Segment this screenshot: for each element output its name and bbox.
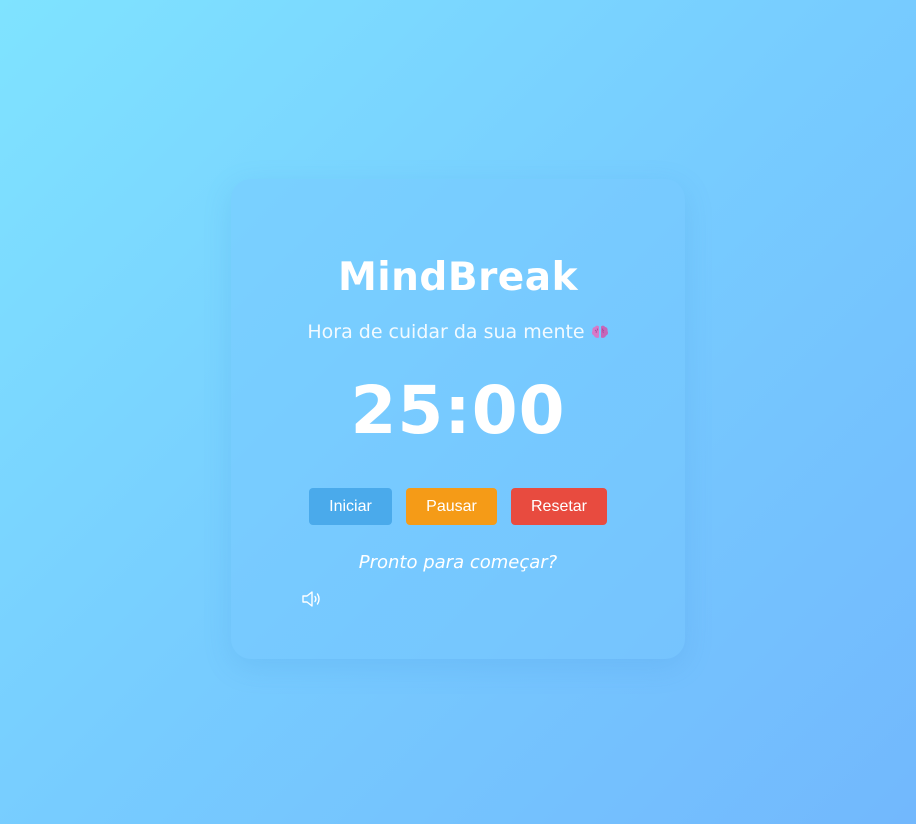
timer-card: MindBreak Hora de cuidar da sua mente 25…: [231, 179, 685, 659]
timer-display: 25:00: [350, 372, 566, 449]
speaker-icon[interactable]: [301, 589, 323, 609]
subtitle-text: Hora de cuidar da sua mente: [307, 321, 585, 343]
status-message: Pronto para começar?: [358, 552, 558, 573]
app-title: MindBreak: [337, 255, 579, 300]
pause-button[interactable]: Pausar: [406, 488, 497, 525]
reset-button[interactable]: Resetar: [511, 488, 607, 525]
start-button[interactable]: Iniciar: [309, 488, 392, 525]
brain-icon: [591, 323, 609, 339]
app-subtitle: Hora de cuidar da sua mente: [231, 321, 685, 343]
